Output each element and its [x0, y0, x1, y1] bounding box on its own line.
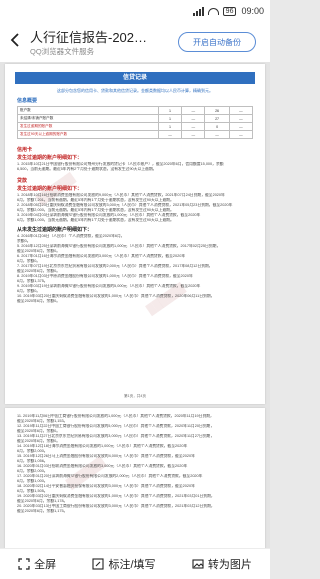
wifi-icon — [207, 7, 219, 15]
status-bar: 96 09:00 — [0, 0, 270, 22]
table-cell: 0 — [204, 122, 230, 131]
table-cell: — — [228, 114, 254, 123]
credit-card-entries: 1. 2015年10月21日中国银行股份有限公司荆州分行发放的贷记卡（人民币账户… — [17, 162, 253, 172]
convert-to-image-label: 转为图片 — [207, 559, 252, 571]
no-overdue-entries: 4. 2016年01月08日（人民币）个人消费贷款，截至2020年6月， 余额0… — [17, 234, 253, 304]
annotate-label: 标注/填写 — [108, 559, 156, 571]
table-cell: — — [181, 114, 206, 123]
document-title: 人行征信报告-202… — [30, 30, 148, 45]
no-overdue-title: 从未发生过逾期的账户明细如下： — [17, 227, 93, 233]
table-cell: 发生过90天以上逾期的账户数 — [17, 130, 159, 139]
table-cell: — — [228, 130, 254, 139]
fullscreen-icon — [18, 558, 30, 570]
loan-section-title: 贷款 — [17, 178, 28, 184]
table-cell: — — [228, 122, 254, 131]
entry-line: 6,500，当前无逾期。最近5年内有2个月处于逾期状态，没有发生过90天以上逾期… — [17, 167, 157, 171]
overview-title: 信息概要 — [17, 98, 38, 104]
back-button[interactable] — [8, 30, 22, 50]
entry-line: 截至2020年6月，余额0。 — [17, 299, 61, 303]
table-cell: — — [181, 130, 206, 139]
fullscreen-label: 全屏 — [34, 559, 57, 571]
back-arrow-icon — [10, 33, 19, 47]
table-row: 发生过90天以上逾期的账户数 — — — — — [17, 130, 254, 139]
credit-overdue-title: 发生过逾期的账户明细如下： — [17, 155, 83, 161]
section-note: 这部分包含您的信用卡、贷款和其他信贷记录。金额类数据均以人民币计算，精确到元。 — [57, 88, 213, 93]
signal-icon — [192, 6, 204, 16]
table-cell: 1 — [157, 122, 183, 131]
table-cell: — — [204, 130, 230, 139]
table-cell: — — [181, 122, 206, 131]
annotate-button[interactable]: 标注/填写 — [92, 556, 156, 572]
table-cell: 未结清/未销户账户数 — [17, 114, 159, 123]
convert-to-image-button[interactable]: 转为图片 — [192, 556, 252, 572]
document-viewer[interactable]: ██████ ██████ 信贷记录 这部分包含您的信用卡、贷款和其他信贷记录。… — [0, 62, 270, 548]
fullscreen-button[interactable]: 全屏 — [18, 556, 56, 572]
entry-line: 6月，余额1,000，当前无逾期。最近5年内有1个月处于逾期状态，没有发生过90… — [17, 218, 174, 222]
table-cell: 27 — [204, 114, 230, 123]
table-row: 发生过逾期的账户数 1 — 0 — — [17, 122, 254, 131]
table-cell: 账户数 — [17, 106, 159, 115]
document-source: QQ浏览器文件服务 — [30, 47, 95, 56]
table-cell: — — [228, 106, 254, 115]
image-icon — [192, 559, 204, 569]
table-cell: 1 — [157, 114, 183, 123]
document-page-2: ██████ 11. 2019年11月06日中国工商银行股份有限公司发放的1,0… — [5, 408, 265, 548]
table-cell: — — [157, 130, 183, 139]
summary-table: 账户数 1 — 26 — 未结清/未销户账户数 1 — 27 — 发生过逾期的账… — [17, 106, 254, 139]
credit-card-section-title: 信用卡 — [17, 147, 33, 153]
table-row: 账户数 1 — 26 — — [17, 106, 254, 115]
bottom-toolbar: 全屏 标注/填写 转为图片 — [0, 548, 270, 579]
loan-overdue-entries: 1. 2018年10月16日招联消费金融有限公司发放的9,000元（人民币）其他… — [17, 193, 253, 223]
table-cell: 发生过逾期的账户数 — [17, 122, 159, 131]
table-row: 未结清/未销户账户数 1 — 27 — — [17, 114, 254, 123]
clock: 09:00 — [241, 6, 264, 16]
section-header: 信贷记录 — [15, 72, 255, 84]
table-cell: 26 — [204, 106, 230, 115]
document-page-1: ██████ ██████ 信贷记录 这部分包含您的信用卡、贷款和其他信贷记录。… — [5, 64, 265, 404]
title-bar: 人行征信报告-202… QQ浏览器文件服务 开启自动备份 — [0, 22, 270, 62]
page-number: 第1页，共4页 — [124, 394, 146, 398]
annotate-icon — [92, 558, 105, 570]
battery-indicator: 96 — [222, 6, 237, 16]
entry-line: 截至2020年6月，余额1,175。 — [17, 509, 68, 513]
loan-overdue-title: 发生过逾期的账户明细如下： — [17, 186, 83, 192]
page2-entries: 11. 2019年11月06日中国工商银行股份有限公司发放的1,000元（人民币… — [17, 414, 253, 514]
autosave-button[interactable]: 开启自动备份 — [178, 32, 256, 52]
table-cell: — — [181, 106, 206, 115]
table-cell: 1 — [157, 106, 183, 115]
